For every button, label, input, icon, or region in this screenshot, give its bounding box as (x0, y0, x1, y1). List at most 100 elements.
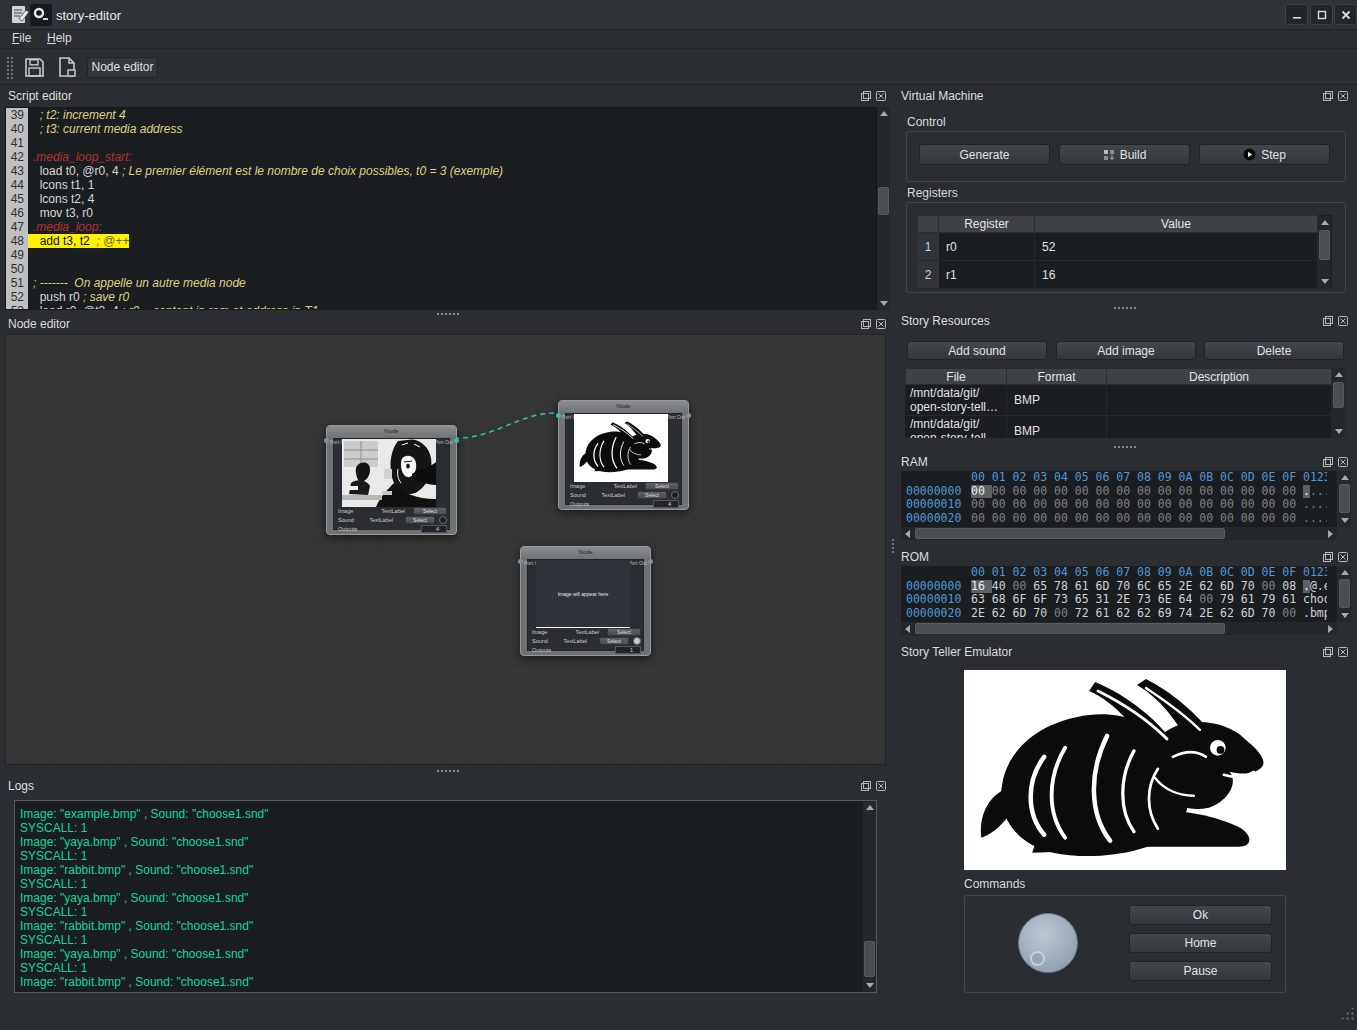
registers-vscrollbar[interactable] (1318, 216, 1331, 288)
rom-hscrollbar[interactable] (901, 622, 1337, 635)
emulator-close-icon[interactable] (1337, 646, 1349, 658)
port-in-dot[interactable] (518, 559, 523, 564)
resources-col-file[interactable]: File (905, 368, 1007, 385)
port-out-dot[interactable] (454, 438, 459, 443)
node-editor-toolbar-button[interactable]: Node editor (87, 57, 158, 78)
vm-float-icon[interactable] (1322, 90, 1334, 102)
resources-float-icon[interactable] (1322, 315, 1334, 327)
logs-content[interactable]: Image: "example.bmp" , Sound: "choose1.s… (14, 800, 877, 993)
node-image-select-button[interactable]: Select (645, 482, 679, 490)
resources-col-description[interactable]: Description (1107, 368, 1332, 385)
code-line: 42.media_loop_start: (6, 150, 876, 164)
script-editor-float-icon[interactable] (860, 90, 872, 102)
hex-row: 0000000000000000000000000000000000000000… (901, 485, 1337, 499)
pause-button[interactable]: Pause (1129, 961, 1272, 981)
node-outputs-spinbox[interactable]: 1 (615, 646, 641, 654)
node-sound-dial-icon[interactable] (439, 516, 447, 524)
resources-close-icon[interactable] (1337, 315, 1349, 327)
node-image-label: Image (338, 508, 353, 514)
resources-col-format[interactable]: Format (1007, 368, 1107, 385)
node-sound-select-button[interactable]: Select (637, 491, 667, 499)
logs-vscrollbar[interactable] (863, 801, 876, 992)
close-button[interactable] (1334, 4, 1357, 25)
menu-help[interactable]: Help (47, 31, 72, 45)
ok-button[interactable]: Ok (1129, 905, 1272, 925)
register-row[interactable]: 1r052 (917, 233, 1332, 261)
log-line: SYSCALL: 1 (20, 905, 876, 919)
node-sound-select-button[interactable]: Select (405, 516, 435, 524)
splitter-resources-ram[interactable] (1113, 445, 1137, 449)
vm-close-icon[interactable] (1337, 90, 1349, 102)
splitter-main-vertical[interactable] (891, 538, 895, 554)
splitter-script-node[interactable] (436, 312, 460, 316)
port-in-dot[interactable] (556, 413, 561, 418)
rom-float-icon[interactable] (1322, 551, 1334, 563)
node-image-yaya (342, 439, 436, 507)
node-rabbit[interactable]: Node Port In Port Out ImageTextLabelSele… (558, 400, 689, 510)
resource-row[interactable]: /mnt/data/git/ open-story-tellBMP (905, 416, 1332, 438)
ram-hex-view[interactable]: 000102030405060708090A0B0C0D0E0F01234567… (901, 471, 1337, 527)
code-line: 53 load r0, @t3, 4 ; r0 = content in ram… (6, 304, 876, 310)
ram-hscrollbar[interactable] (901, 527, 1337, 540)
node-empty[interactable]: Node Port In Port Out Image will appear … (520, 546, 651, 656)
maximize-button[interactable] (1310, 4, 1333, 25)
add-image-button[interactable]: Add image (1056, 341, 1196, 360)
rom-panel-title: ROM (901, 550, 929, 564)
ram-close-icon[interactable] (1337, 456, 1349, 468)
port-out-dot[interactable] (648, 559, 653, 564)
ram-vscrollbar[interactable] (1338, 471, 1351, 527)
build-button[interactable]: Build (1059, 144, 1190, 165)
node-outputs-spinbox[interactable]: 4 (421, 525, 447, 533)
vm-panel-title: Virtual Machine (901, 89, 984, 103)
registers-table[interactable]: Register Value 1r0522r116 (917, 215, 1332, 289)
splitter-vm-resources[interactable] (1113, 306, 1137, 310)
logs-float-icon[interactable] (860, 780, 872, 792)
menu-file[interactable]: File (12, 31, 31, 45)
splitter-node-logs[interactable] (436, 769, 460, 773)
port-out-dot[interactable] (686, 413, 691, 418)
node-yaya[interactable]: Node Port In Port Out ImageTextLabelSele… (326, 425, 457, 535)
node-editor-float-icon[interactable] (860, 318, 872, 330)
save-icon[interactable] (23, 56, 46, 79)
resources-vscrollbar[interactable] (1332, 368, 1345, 438)
script-editor-vscrollbar[interactable] (877, 107, 890, 310)
minimize-button[interactable] (1285, 4, 1308, 25)
toolbar-grip[interactable] (6, 56, 13, 80)
emulator-float-icon[interactable] (1322, 646, 1334, 658)
node-image-select-button[interactable]: Select (413, 507, 447, 515)
node-title: Node (559, 401, 688, 412)
node-image-select-button[interactable]: Select (607, 628, 641, 636)
ram-float-icon[interactable] (1322, 456, 1334, 468)
script-editor-close-icon[interactable] (875, 90, 887, 102)
port-in-dot[interactable] (324, 438, 329, 443)
resource-row[interactable]: /mnt/data/git/ open-story-tell…BMP (905, 385, 1332, 416)
volume-knob[interactable] (1018, 913, 1078, 973)
add-sound-button[interactable]: Add sound (907, 341, 1047, 360)
node-editor-canvas[interactable]: Node Port In Port Out ImageTextLabelSele… (5, 334, 886, 765)
line-number: 41 (6, 136, 28, 150)
registers-col-value[interactable]: Value (1035, 215, 1318, 233)
rom-vscrollbar[interactable] (1338, 566, 1351, 622)
rom-close-icon[interactable] (1337, 551, 1349, 563)
node-outputs-spinbox[interactable]: 4 (653, 500, 679, 508)
generate-button[interactable]: Generate (919, 144, 1050, 165)
node-sound-select-button[interactable]: Select (599, 637, 629, 645)
script-editor-content[interactable]: 39 ; t2: increment 440 ; t3: current med… (5, 107, 877, 310)
export-file-icon[interactable] (56, 56, 79, 79)
delete-button[interactable]: Delete (1204, 341, 1344, 360)
home-button[interactable]: Home (1129, 933, 1272, 953)
resources-table[interactable]: File Format Description /mnt/data/git/ o… (905, 368, 1332, 438)
emulator-screen (964, 670, 1286, 870)
node-sound-dial-icon[interactable] (633, 637, 641, 645)
rom-hex-view[interactable]: 000102030405060708090A0B0C0D0E0F01234567… (901, 566, 1337, 622)
window-resize-grip[interactable] (1340, 1006, 1354, 1020)
logs-close-icon[interactable] (875, 780, 887, 792)
register-row[interactable]: 2r116 (917, 261, 1332, 289)
step-button[interactable]: Step (1199, 144, 1330, 165)
registers-col-register[interactable]: Register (939, 215, 1035, 233)
node-sound-dial-icon[interactable] (671, 491, 679, 499)
app-icon (30, 4, 52, 26)
node-editor-close-icon[interactable] (875, 318, 887, 330)
log-line: SYSCALL: 1 (20, 877, 876, 891)
code-line: 48 add t3, t2 ; @++ (6, 234, 876, 248)
